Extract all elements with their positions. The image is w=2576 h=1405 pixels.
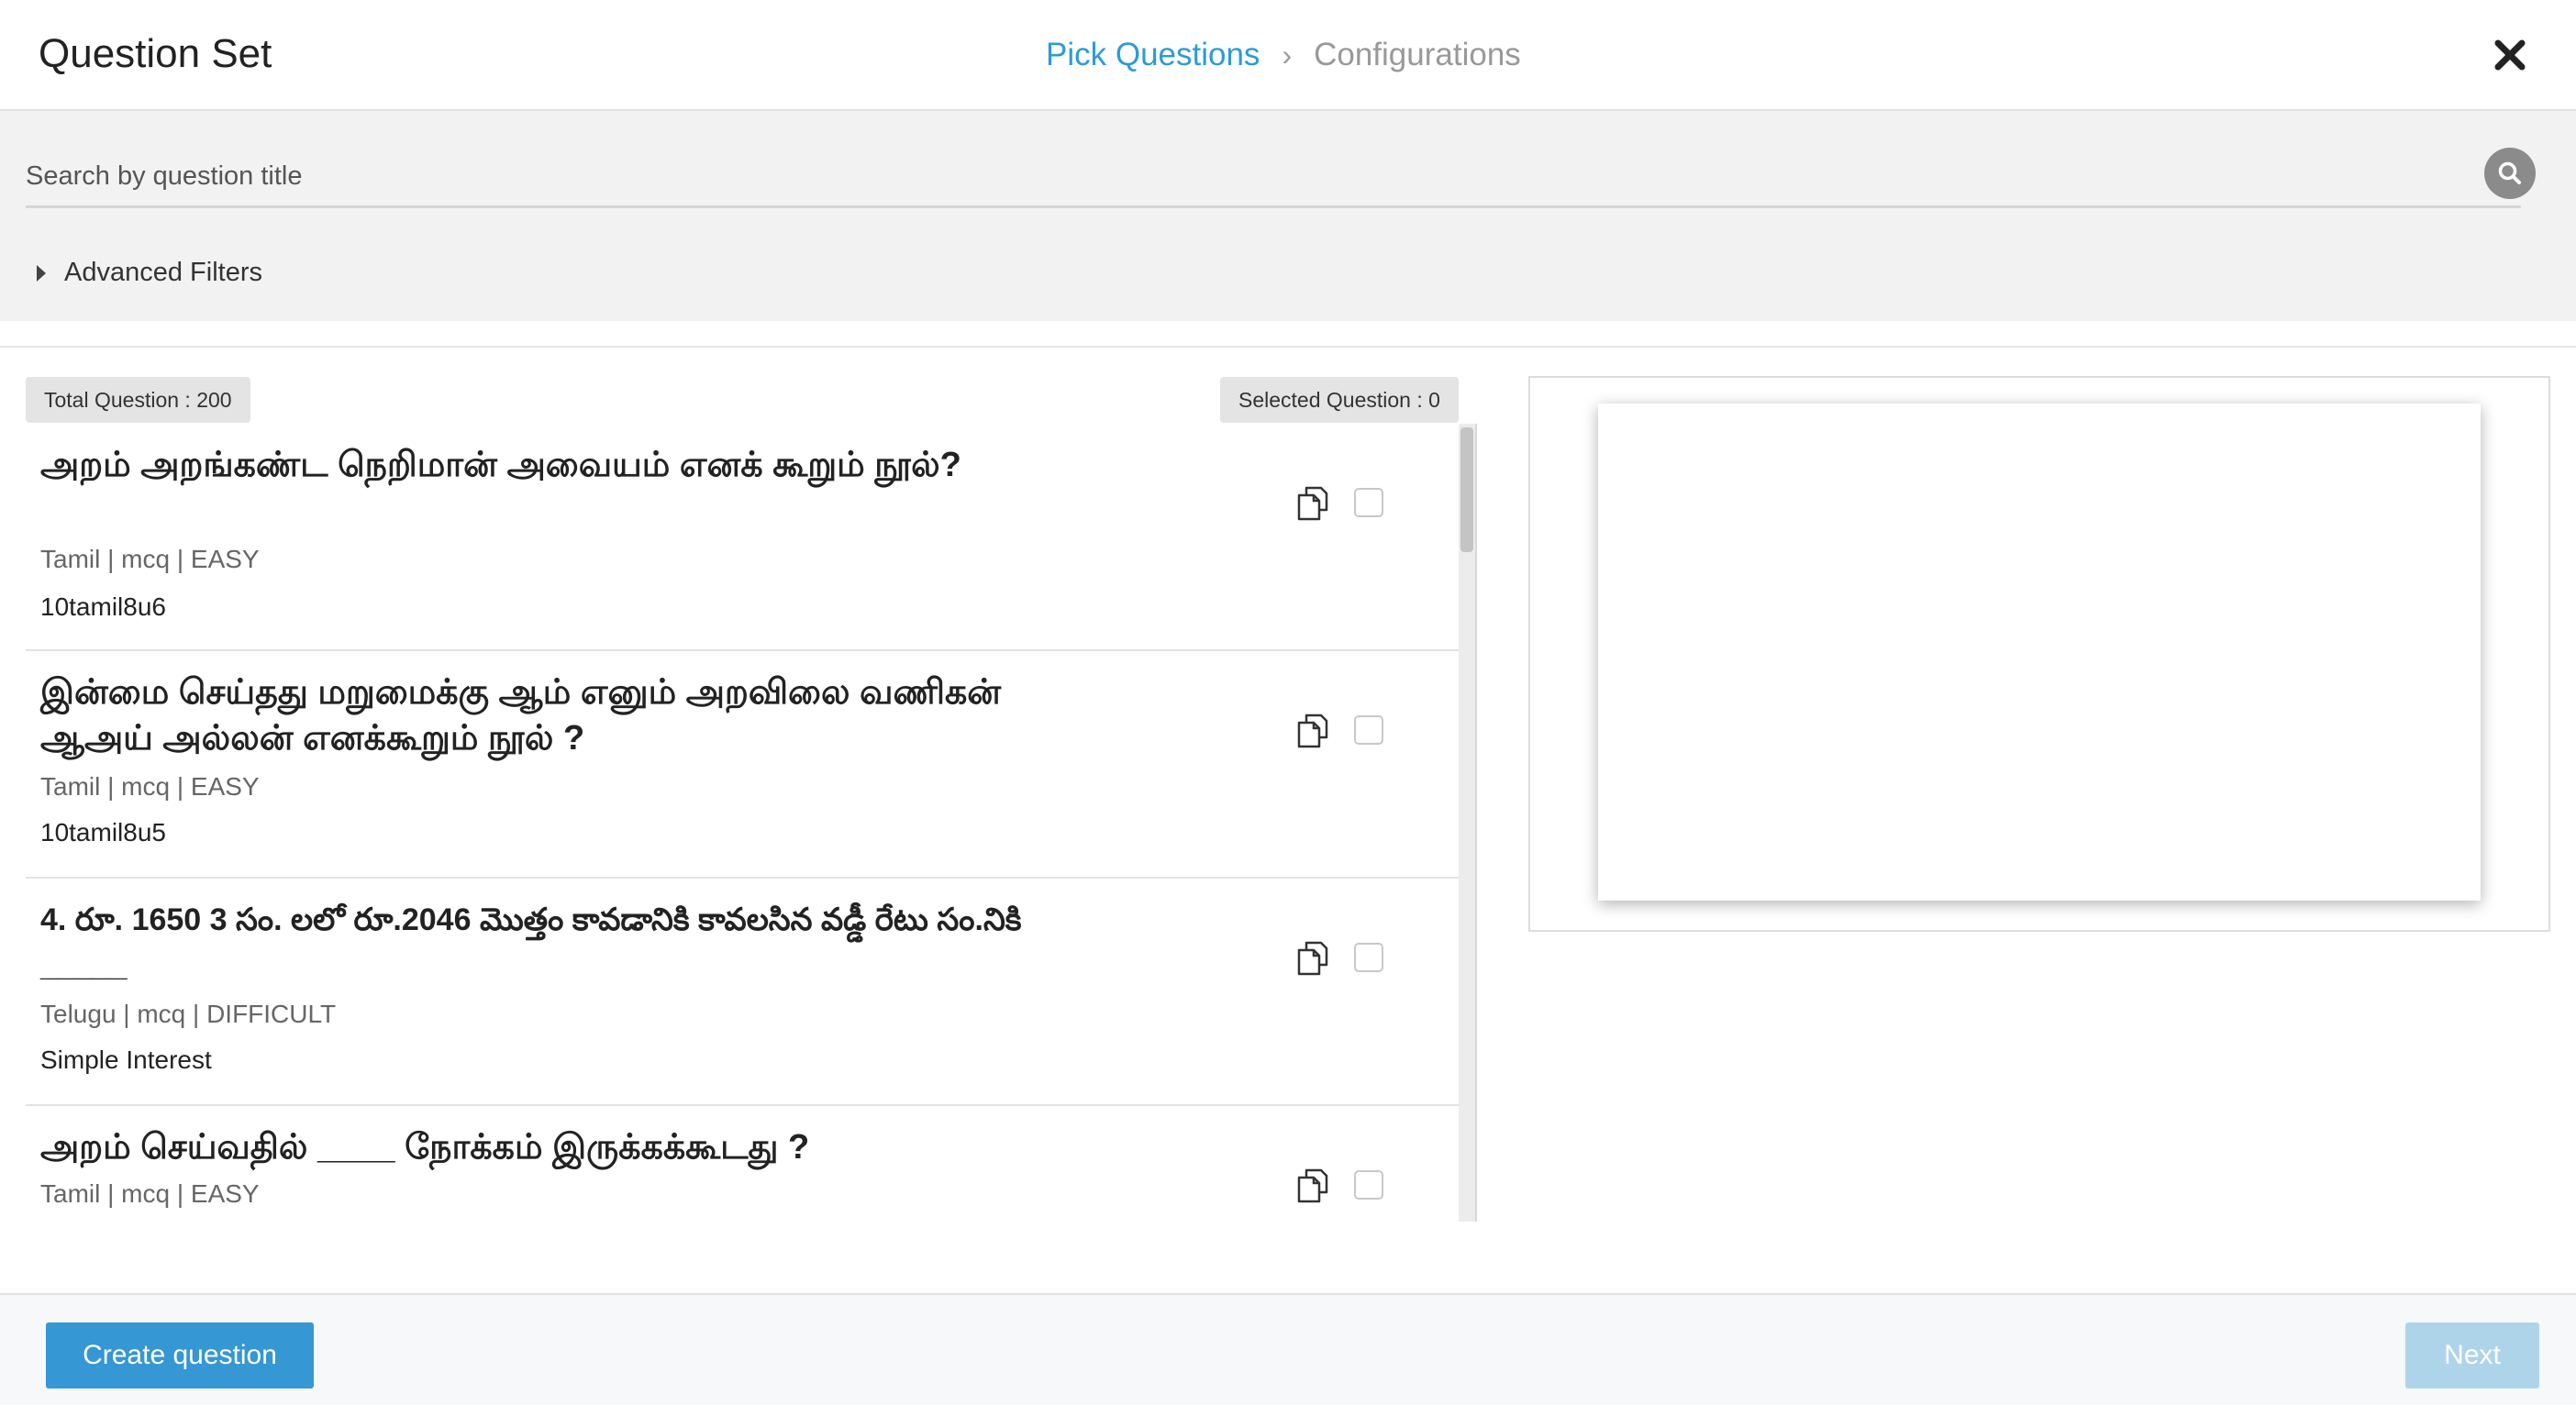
question-title: 4. రూ. 1650 3 సం. లలో రూ.2046 మొత్తం కావ… [40,902,1022,983]
search-panel: Advanced Filters [0,111,2576,321]
divider [0,346,2576,348]
question-item[interactable]: 4. రూ. 1650 3 సం. లలో రూ.2046 మొత్తం కావ… [26,879,1459,1106]
copy-question-button[interactable] [1294,1165,1336,1207]
search-input[interactable] [26,148,2521,208]
search-icon [2498,161,2521,184]
advanced-filters-toggle[interactable]: Advanced Filters [37,258,262,288]
search-button[interactable] [2484,148,2536,199]
copy-icon [1297,941,1328,976]
question-checkbox[interactable] [1354,1170,1383,1200]
caret-right-icon [37,264,46,282]
question-meta: Tamil | mcq | EASY [40,772,260,801]
create-question-button[interactable]: Create question [46,1322,314,1388]
header-bar: Question Set Pick Questions › Configurat… [0,0,2576,111]
copy-icon [1297,1168,1328,1203]
question-checkbox[interactable] [1354,943,1383,972]
question-item[interactable]: இன்மை செய்தது மறுமைக்கு ஆம் எனும் அறவிலை… [26,651,1459,879]
selected-question-badge: Selected Question : 0 [1220,377,1459,423]
total-question-badge: Total Question : 200 [26,377,250,423]
copy-question-button[interactable] [1294,482,1336,525]
question-topic: 10tamil8u6 [40,592,166,621]
question-title: அறம் அறங்கண்ட நெறிமான் அவையம் எனக் கூறும… [40,446,961,484]
question-topic: Simple Interest [40,1045,212,1074]
preview-page [1598,404,2481,901]
question-checkbox[interactable] [1354,488,1383,517]
step-breadcrumb: Pick Questions › Configurations [1046,37,1521,73]
footer-bar: Create question Next [0,1293,2576,1405]
question-meta: Tamil | mcq | EASY [40,545,260,573]
copy-question-button[interactable] [1294,937,1336,979]
question-item[interactable]: அறம் அறங்கண்ட நெறிமான் அவையம் எனக் கூறும… [26,424,1459,651]
step-configurations[interactable]: Configurations [1314,37,1521,73]
chevron-right-icon: › [1282,38,1293,72]
question-title: அறம் செய்வதில் ____ நோக்கம் இருக்கக்கூடத… [40,1128,810,1167]
page-title: Question Set [39,31,272,76]
close-button[interactable] [2490,35,2530,75]
question-meta: Telugu | mcq | DIFFICULT [40,1000,337,1028]
step-pick-questions[interactable]: Pick Questions [1046,37,1260,73]
close-x-icon [2494,39,2526,71]
next-button[interactable]: Next [2405,1322,2539,1388]
question-list[interactable]: அறம் அறங்கண்ட நெறிமான் அவையம் எனக் கூறும… [26,424,1477,1222]
question-title: இன்மை செய்தது மறுமைக்கு ஆம் எனும் அறவிலை… [40,673,1002,758]
copy-question-button[interactable] [1294,710,1336,752]
question-preview-panel [1528,376,2550,932]
advanced-filters-label: Advanced Filters [64,258,262,287]
copy-icon [1297,486,1328,521]
question-item[interactable]: அறம் செய்வதில் ____ நோக்கம் இருக்கக்கூடத… [26,1106,1459,1222]
copy-icon [1297,714,1328,748]
question-topic: 10tamil8u5 [40,818,166,846]
question-meta: Tamil | mcq | EASY [40,1179,260,1208]
question-checkbox[interactable] [1354,715,1383,745]
scrollbar-thumb[interactable] [1460,427,1473,552]
